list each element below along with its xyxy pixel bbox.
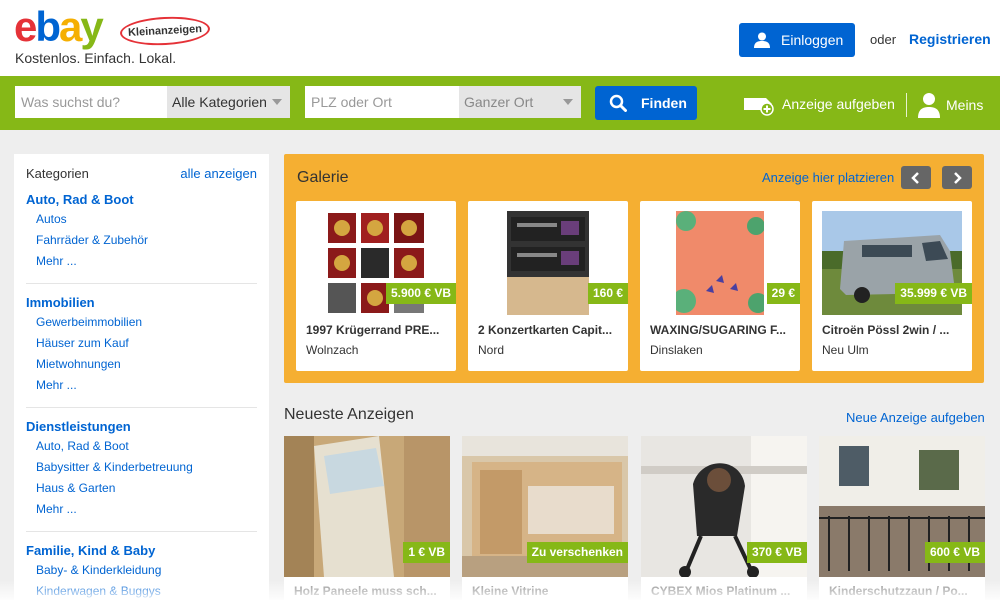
category-group: Immobilien Gewerbeimmobilien Häuser zum … — [26, 294, 257, 408]
gallery-section: Galerie Anzeige hier platzieren 5.900 € … — [284, 154, 984, 383]
post-ad-button[interactable]: Anzeige aufgeben — [742, 92, 895, 116]
logo-letter-a: a — [59, 3, 82, 50]
logo-letter-b: b — [35, 3, 61, 50]
show-all-link[interactable]: alle anzeigen — [180, 166, 257, 181]
category-item[interactable]: Kinderwagen & Buggys — [26, 581, 257, 600]
user-icon — [918, 93, 940, 118]
logo-letter-y: y — [80, 3, 103, 50]
newest-ad-card[interactable]: Zu verschenken Kleine Vitrine — [462, 436, 628, 600]
gallery-card-location: Dinslaken — [650, 343, 703, 357]
category-group: Dienstleistungen Auto, Rad & Boot Babysi… — [26, 418, 257, 532]
or-text: oder — [870, 32, 897, 47]
location-input[interactable]: PLZ oder Ort — [305, 86, 459, 118]
gallery-card-title: 2 Konzertkarten Capit... — [478, 323, 613, 337]
meins-button[interactable]: Meins — [917, 92, 983, 118]
gallery-card-image — [507, 211, 589, 315]
tagline: Kostenlos. Einfach. Lokal. — [15, 50, 177, 66]
gallery-card[interactable]: 35.999 € VB Citroën Pössl 2win / ... Neu… — [812, 201, 972, 371]
login-label: Einloggen — [781, 32, 844, 48]
category-more-link[interactable]: Mehr ... — [26, 499, 257, 520]
newest-ad-card[interactable]: 600 € VB Kinderschutzzaun / Po... — [819, 436, 985, 600]
gallery-next-button[interactable] — [942, 166, 972, 189]
header: ebay Kleinanzeigen Kostenlos. Einfach. L… — [0, 0, 1000, 76]
price-tag: 370 € VB — [746, 542, 807, 563]
gallery-card[interactable]: 5.900 € VB 1997 Krügerrand PRE... Wolnza… — [296, 201, 456, 371]
category-group: Auto, Rad & Boot Autos Fahrräder & Zubeh… — [26, 191, 257, 284]
category-group: Familie, Kind & Baby Baby- & Kinderkleid… — [26, 542, 257, 600]
newest-ads-title: Neueste Anzeigen — [284, 406, 414, 423]
gallery-card-location: Neu Ulm — [822, 343, 869, 357]
kleinanzeigen-badge: Kleinanzeigen — [119, 14, 211, 48]
price-tag: 600 € VB — [924, 542, 985, 563]
price-tag: 35.999 € VB — [895, 283, 972, 304]
post-ad-label: Anzeige aufgeben — [782, 96, 895, 112]
sidebar-heading: Kategorien — [26, 166, 89, 181]
find-label: Finden — [641, 95, 687, 111]
category-select-value: Alle Kategorien — [172, 94, 267, 110]
category-title[interactable]: Immobilien — [26, 294, 257, 312]
newest-ad-title: Kinderschutzzaun / Po... — [829, 584, 968, 598]
post-ad-icon — [744, 98, 774, 116]
newest-ad-title: Kleine Vitrine — [472, 584, 549, 598]
register-link[interactable]: Registrieren — [909, 31, 991, 47]
category-title[interactable]: Dienstleistungen — [26, 418, 257, 436]
category-item[interactable]: Baby- & Kinderkleidung — [26, 560, 257, 581]
logo-letter-e: e — [14, 3, 37, 50]
gallery-card[interactable]: 29 € WAXING/SUGARING F... Dinslaken — [640, 201, 800, 371]
price-tag: 1 € VB — [403, 542, 450, 563]
gallery-prev-button[interactable] — [901, 166, 931, 189]
search-input[interactable]: Was suchst du? — [15, 86, 167, 118]
search-bar: Was suchst du? Alle Kategorien PLZ oder … — [0, 76, 1000, 130]
login-button[interactable]: Einloggen — [739, 23, 855, 57]
category-item[interactable]: Mietwohnungen — [26, 354, 257, 375]
price-tag: 29 € — [766, 283, 800, 304]
radius-select[interactable]: Ganzer Ort — [459, 86, 581, 118]
meins-label: Meins — [946, 97, 984, 113]
chevron-down-icon — [272, 99, 282, 105]
gallery-card[interactable]: 160 € 2 Konzertkarten Capit... Nord — [468, 201, 628, 371]
gallery-card-location: Nord — [478, 343, 505, 357]
category-item[interactable]: Häuser zum Kauf — [26, 333, 257, 354]
search-icon — [609, 94, 627, 112]
user-icon — [754, 32, 770, 48]
place-ad-here-link[interactable]: Anzeige hier platzieren — [762, 170, 894, 185]
gallery-card-title: WAXING/SUGARING F... — [650, 323, 787, 337]
chevron-right-icon — [954, 171, 962, 184]
new-ad-link[interactable]: Neue Anzeige aufgeben — [846, 410, 985, 425]
category-item[interactable]: Fahrräder & Zubehör — [26, 230, 257, 251]
ebay-logo[interactable]: ebay — [14, 3, 104, 50]
header-divider — [906, 93, 907, 117]
category-title[interactable]: Familie, Kind & Baby — [26, 542, 257, 560]
chevron-left-icon — [911, 171, 919, 184]
newest-ad-title: CYBEX Mios Platinum ... — [651, 584, 791, 598]
price-tag: 160 € — [587, 283, 628, 304]
category-sidebar: Kategorien alle anzeigen Auto, Rad & Boo… — [14, 154, 269, 600]
category-select[interactable]: Alle Kategorien — [167, 86, 290, 118]
category-item[interactable]: Babysitter & Kinderbetreuung — [26, 457, 257, 478]
category-item[interactable]: Haus & Garten — [26, 478, 257, 499]
category-item[interactable]: Autos — [26, 209, 257, 230]
gallery-card-title: Citroën Pössl 2win / ... — [822, 323, 950, 337]
category-more-link[interactable]: Mehr ... — [26, 375, 257, 396]
find-button[interactable]: Finden — [595, 86, 697, 120]
gallery-title: Galerie — [297, 169, 349, 186]
radius-select-value: Ganzer Ort — [464, 94, 534, 110]
price-tag: 5.900 € VB — [385, 283, 456, 304]
gallery-card-title: 1997 Krügerrand PRE... — [306, 323, 440, 337]
category-item[interactable]: Auto, Rad & Boot — [26, 436, 257, 457]
category-item[interactable]: Gewerbeimmobilien — [26, 312, 257, 333]
chevron-down-icon — [563, 99, 573, 105]
newest-ad-card[interactable]: 370 € VB CYBEX Mios Platinum ... — [641, 436, 807, 600]
price-tag: Zu verschenken — [526, 542, 628, 563]
newest-ad-card[interactable]: 1 € VB Holz Paneele muss sch... — [284, 436, 450, 600]
category-title[interactable]: Auto, Rad & Boot — [26, 191, 257, 209]
gallery-card-image — [676, 211, 764, 315]
newest-ad-title: Holz Paneele muss sch... — [294, 584, 437, 598]
category-more-link[interactable]: Mehr ... — [26, 251, 257, 272]
gallery-card-location: Wolnzach — [306, 343, 359, 357]
